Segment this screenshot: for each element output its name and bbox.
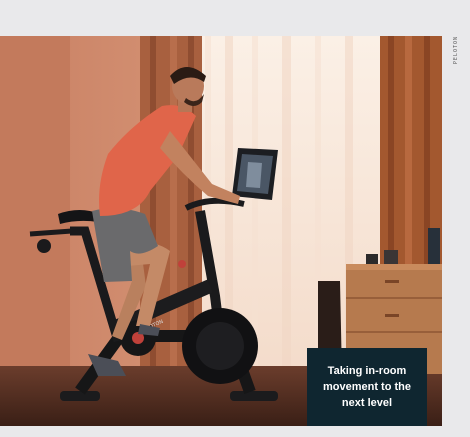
wall-pillar [0, 36, 70, 376]
top-margin [0, 0, 470, 36]
caption-box: Taking in-room movement to the next leve… [307, 348, 427, 426]
photo-credit-text: PELOTON [453, 36, 459, 65]
kettlebell [384, 250, 398, 264]
dumbbell [366, 254, 378, 264]
photo-credit: PELOTON [444, 36, 468, 106]
water-bottle [428, 228, 440, 264]
bottom-margin [0, 426, 470, 437]
caption-text: Taking in-room movement to the next leve… [322, 365, 411, 409]
